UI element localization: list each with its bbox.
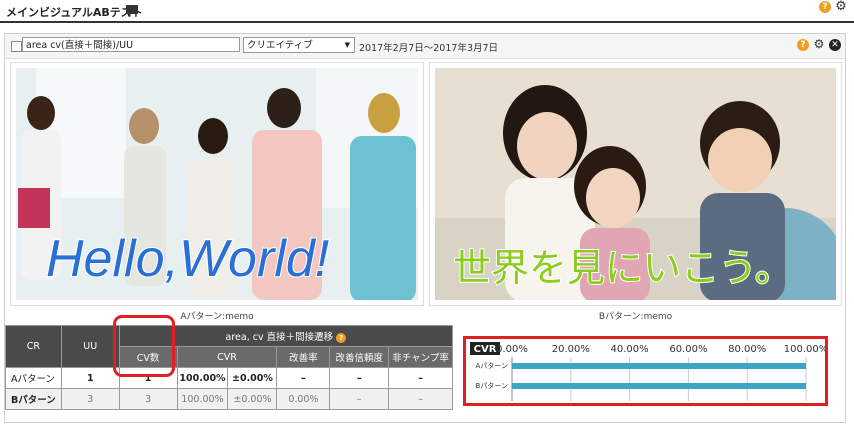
cell-nonchamp: –	[388, 388, 453, 410]
cv-highlight-box	[113, 315, 175, 377]
cell-confidence: –	[329, 388, 390, 410]
cell-uu: 1	[60, 367, 120, 389]
col-nonchamp: 非チャンプ率	[388, 346, 453, 368]
sekai-overlay: 世界を見にいこう。	[453, 246, 793, 290]
creative-a: Hello,World!	[10, 62, 424, 306]
chart-category-label: Aパターン	[476, 361, 508, 370]
creative-a-image: Hello,World!	[16, 68, 418, 300]
creative-b-image: 世界を見にいこう。	[435, 68, 836, 300]
chart-tick-label: 40.00%	[611, 344, 649, 355]
cell-improve: –	[276, 367, 331, 389]
comment-icon[interactable]	[126, 5, 138, 17]
col-cvr: CVR	[176, 346, 278, 368]
creative-select-value: クリエイティブ	[247, 40, 313, 51]
chart-bar	[512, 363, 806, 369]
chart-tick-label: 20.00%	[552, 344, 590, 355]
col-improve: 改善率	[276, 346, 331, 368]
cvr-chart-box: CVR 0.00% 20.00% 40.00% 60.00% 80.00% 100.00% A…	[463, 336, 828, 406]
cell-cvr: 100.00%	[176, 367, 229, 389]
date-range: 2017年2月7日～2017年3月7日	[359, 43, 499, 54]
table-row: Aパターン 1 1 100.00% ±0.00% – – –	[5, 367, 453, 389]
help-icon[interactable]: ?	[797, 39, 809, 51]
close-icon[interactable]: ✕	[829, 39, 841, 51]
cell-cv: 3	[118, 388, 178, 410]
chart-title: CVR	[474, 344, 497, 355]
cvr-chart: CVR 0.00% 20.00% 40.00% 60.00% 80.00% 100.00% A…	[470, 342, 828, 401]
cell-confidence: –	[329, 367, 390, 389]
panel-toolbar: area cv(直接＋間接)/UU クリエイティブ ▼ 2017年2月7日～20…	[5, 34, 845, 59]
gear-icon[interactable]: ⚙	[834, 0, 848, 14]
chevron-down-icon: ▼	[344, 41, 350, 49]
row-label: Aパターン	[5, 367, 62, 389]
chart-tick-label: 100.00%	[784, 344, 825, 355]
title-divider	[0, 21, 854, 23]
gear-icon[interactable]: ⚙	[813, 38, 825, 51]
help-icon[interactable]: ?	[336, 332, 347, 343]
col-group-label: area, cv 直接＋間接遷移	[225, 332, 334, 343]
segment-input[interactable]: area cv(直接＋間接)/UU	[22, 37, 240, 52]
chart-bar	[512, 383, 806, 389]
table-row: Bパターン 3 3 100.00% ±0.00% 0.00% – –	[5, 388, 453, 410]
creative-b-caption: Bパターン:memo	[598, 312, 673, 322]
select-checkbox[interactable]	[11, 41, 22, 52]
creative-b: 世界を見にいこう。	[429, 62, 842, 306]
chart-tick-label: 0.00%	[496, 344, 528, 355]
page-title: メインビジュアルABテスト	[6, 6, 143, 19]
cell-cvr: 100.00%	[176, 388, 229, 410]
help-icon[interactable]: ?	[819, 1, 831, 13]
cell-improve: 0.00%	[276, 388, 331, 410]
cell-nonchamp: –	[388, 367, 453, 389]
cell-uu: 3	[60, 388, 120, 410]
chart-tick-label: 80.00%	[728, 344, 766, 355]
hello-world-overlay: Hello,World!	[46, 230, 329, 288]
chart-category-label: Bパターン	[476, 381, 508, 390]
col-uu: UU	[60, 325, 120, 368]
col-confidence: 改善信頼度	[329, 346, 390, 368]
creative-select[interactable]: クリエイティブ ▼	[243, 37, 355, 53]
row-label: Bパターン	[5, 388, 62, 410]
creative-a-caption: Aパターン:memo	[180, 312, 254, 322]
cell-cvr-pm: ±0.00%	[227, 367, 278, 389]
chart-tick-label: 60.00%	[669, 344, 707, 355]
cell-cvr-pm: ±0.00%	[227, 388, 278, 410]
results-table: CR UU area, cv 直接＋間接遷移? CV数 CVR 改善率 改善信頼…	[5, 325, 454, 410]
col-cr: CR	[5, 325, 62, 368]
